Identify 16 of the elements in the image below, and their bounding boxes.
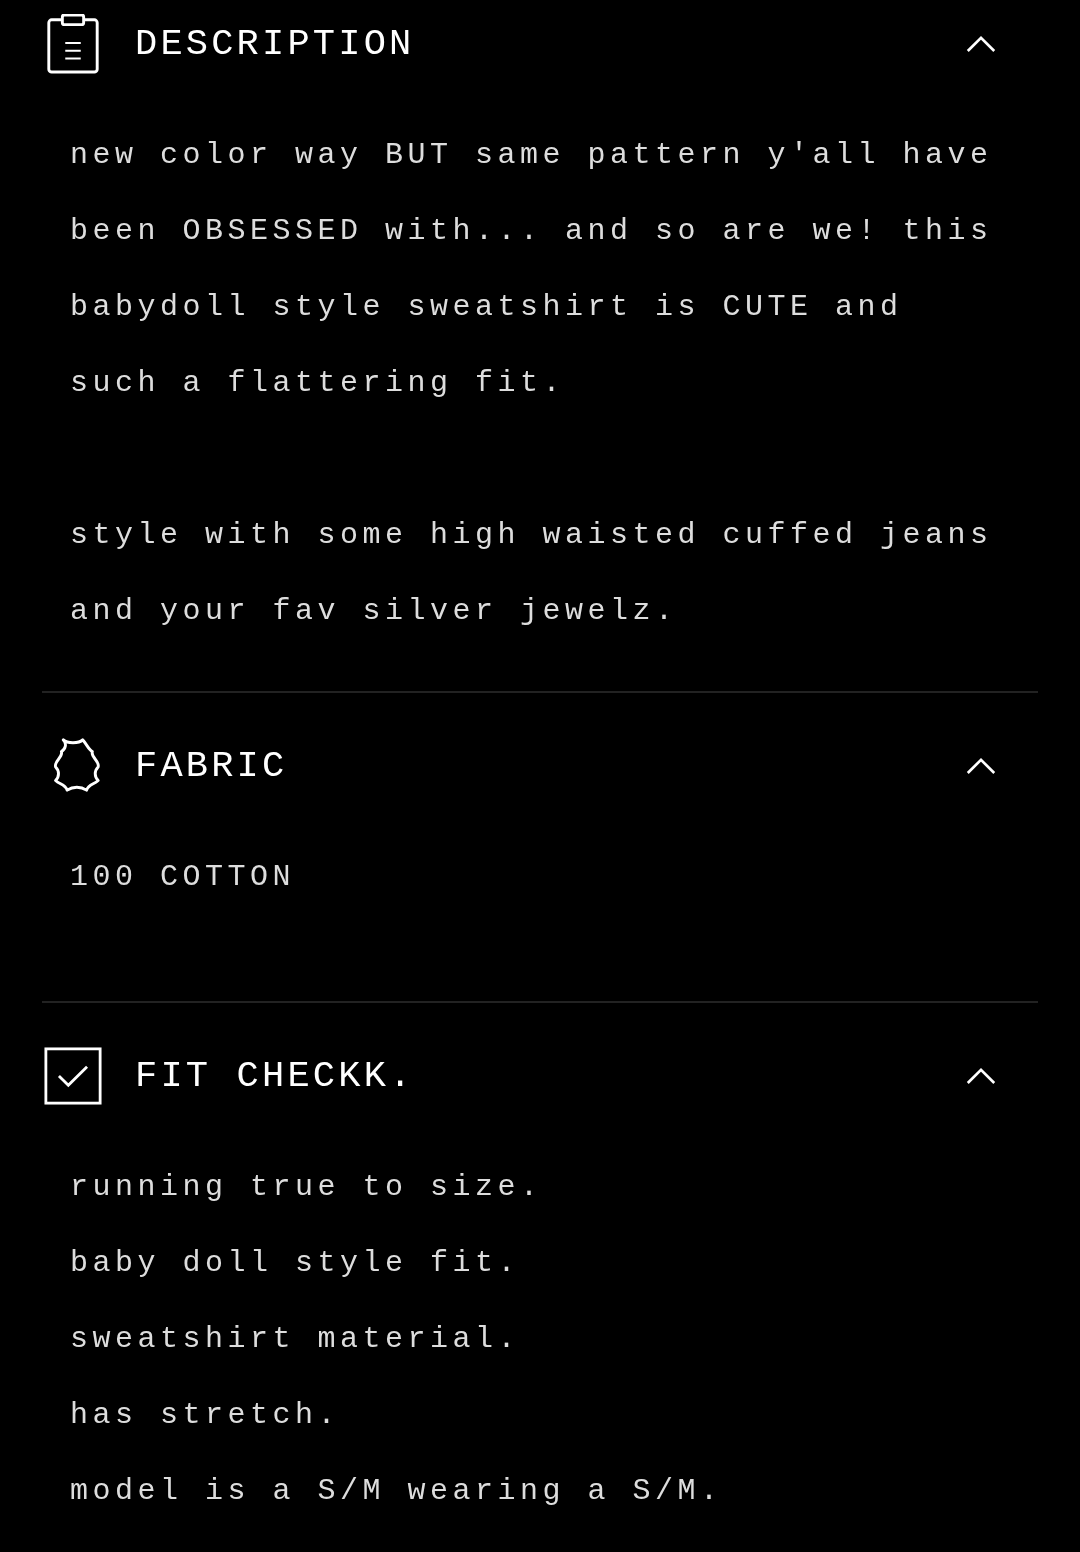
section-title: FABRIC (135, 745, 289, 787)
detail-line: sweatshirt material. (70, 1321, 522, 1358)
detail-line: has stretch. (70, 1397, 342, 1434)
detail-line: running true to size. (70, 1169, 544, 1206)
checkbox-icon (44, 1046, 102, 1106)
clipboard-icon (44, 14, 102, 74)
description-paragraph: new color way BUT same pattern y'all have been OBSESSED with... and so are we! this babydoll style sweatshirt is CUTE and such a flattering fit. (70, 137, 994, 402)
section-title: DESCRIPTION (135, 23, 416, 65)
description-paragraph: style with some high waisted cuffed jeans and your fav silver jewelz. (70, 517, 994, 630)
detail-line: model is a S/M wearing a S/M. (70, 1473, 724, 1510)
section-title: FIT CHECKK. (135, 1055, 416, 1097)
detail-line: 100 COTTON (70, 859, 297, 896)
accordion-header[interactable]: FIT CHECKK. (42, 1032, 1038, 1120)
accordion-header[interactable]: DESCRIPTION (42, 0, 1038, 88)
detail-line: baby doll style fit. (70, 1245, 522, 1282)
accordion-header[interactable]: FABRIC (42, 722, 1038, 810)
